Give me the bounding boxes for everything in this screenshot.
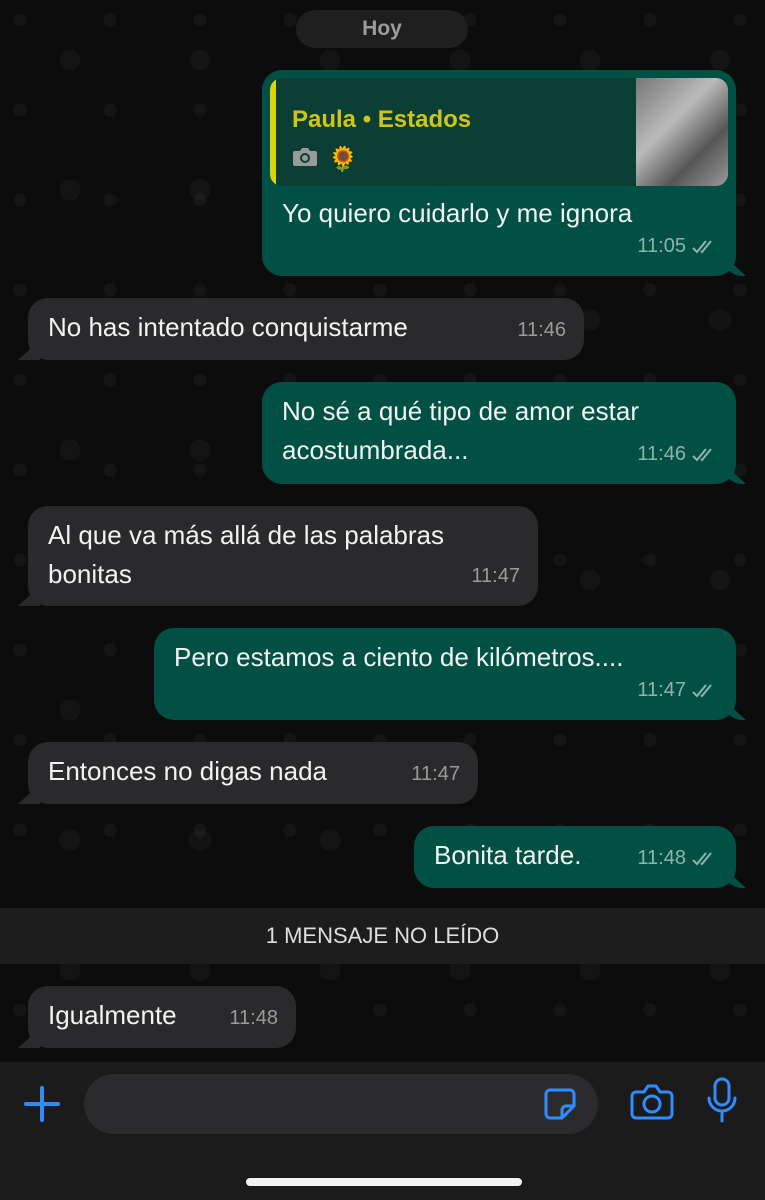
message-text: Al que va más allá de las palabras bonit… — [48, 520, 445, 589]
message-outgoing[interactable]: Bonita tarde. 11:48 — [414, 826, 736, 888]
message-text: Entonces no digas nada — [48, 756, 327, 786]
plus-icon[interactable] — [22, 1084, 62, 1124]
message-meta: 11:48 — [637, 839, 718, 878]
message-text: Yo quiero cuidarlo y me ignora — [282, 198, 633, 228]
chat-area[interactable]: Hoy Paula • Estados 🌻 Yo quiero cuidarlo… — [0, 0, 765, 1062]
message-text: Bonita tarde. — [434, 840, 582, 870]
message-text: Pero estamos a ciento de kilómetros.... — [174, 642, 624, 672]
message-meta: 11:05 — [637, 227, 718, 266]
message-outgoing[interactable]: Pero estamos a ciento de kilómetros.... … — [154, 628, 736, 720]
status-thumbnail — [636, 78, 728, 186]
message-meta: 11:47 — [471, 557, 520, 596]
unread-separator: 1 MENSAJE NO LEÍDO — [0, 908, 765, 964]
message-time: 11:05 — [637, 235, 686, 257]
message-incoming[interactable]: Igualmente 11:48 — [28, 986, 296, 1048]
double-check-icon — [692, 447, 718, 463]
message-time: 11:48 — [637, 847, 686, 869]
message-meta: 11:46 — [517, 311, 566, 350]
message-text: Igualmente — [48, 1000, 177, 1030]
message-time: 11:47 — [471, 565, 520, 587]
home-indicator — [246, 1178, 522, 1186]
double-check-icon — [692, 683, 718, 699]
sunflower-emoji: 🌻 — [328, 146, 358, 173]
message-meta: 11:47 — [637, 671, 718, 710]
camera-icon[interactable] — [630, 1082, 674, 1122]
message-incoming[interactable]: No has intentado conquistarme 11:46 — [28, 298, 584, 360]
quote-author: Paula • Estados — [292, 106, 472, 133]
day-separator: Hoy — [296, 10, 468, 48]
message-time: 11:47 — [411, 763, 460, 785]
double-check-icon — [692, 851, 718, 867]
camera-icon — [292, 140, 318, 179]
message-time: 11:47 — [637, 679, 686, 701]
status-reply-quote[interactable]: Paula • Estados 🌻 — [270, 78, 728, 186]
message-outgoing[interactable]: Paula • Estados 🌻 Yo quiero cuidarlo y m… — [262, 70, 736, 276]
message-incoming[interactable]: Entonces no digas nada 11:47 — [28, 742, 478, 804]
message-incoming[interactable]: Al que va más allá de las palabras bonit… — [28, 506, 538, 606]
message-outgoing[interactable]: No sé a qué tipo de amor estar acostumbr… — [262, 382, 736, 484]
message-text: No has intentado conquistarme — [48, 312, 408, 342]
message-meta: 11:47 — [411, 755, 460, 794]
quote-accent-bar — [270, 78, 276, 186]
message-input-container[interactable] — [84, 1074, 598, 1136]
microphone-icon[interactable] — [704, 1076, 740, 1126]
composer-bar — [0, 1062, 765, 1200]
message-time: 11:48 — [229, 1007, 278, 1029]
message-meta: 11:48 — [229, 999, 278, 1038]
message-time: 11:46 — [637, 443, 686, 465]
message-time: 11:46 — [517, 319, 566, 341]
double-check-icon — [692, 239, 718, 255]
message-text: No sé a qué tipo de amor estar acostumbr… — [282, 396, 639, 465]
message-input[interactable] — [102, 1074, 526, 1136]
quote-media-row: 🌻 — [292, 140, 358, 179]
message-meta: 11:46 — [637, 435, 718, 474]
sticker-icon[interactable] — [542, 1086, 578, 1122]
